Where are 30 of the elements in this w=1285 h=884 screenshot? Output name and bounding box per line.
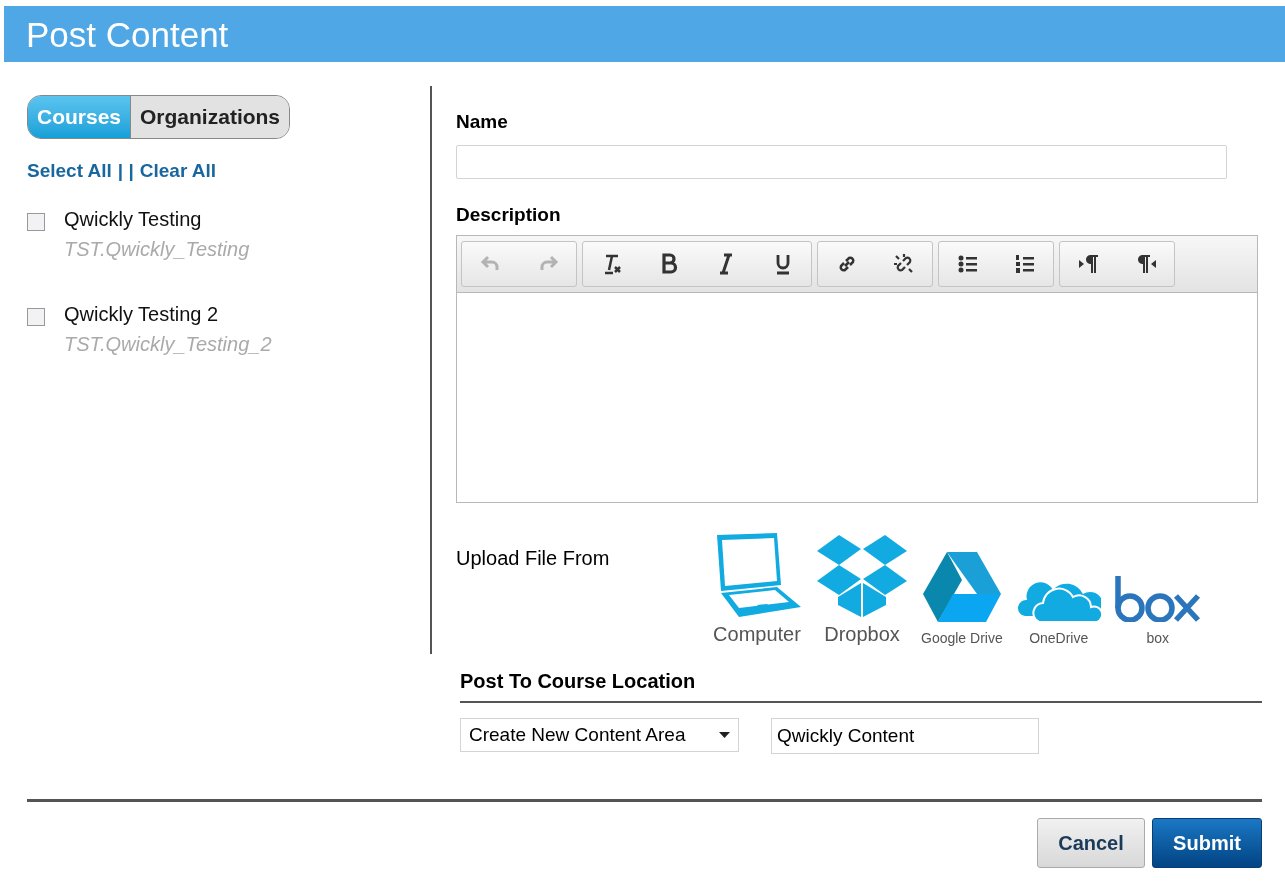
upload-source[interactable]: Dropbox (817, 535, 907, 649)
upload-source[interactable]: OneDrive (1016, 570, 1101, 649)
caret-icon (719, 732, 730, 738)
course-id: TST.Qwickly_Testing_2 (64, 331, 272, 357)
dropdown-value: Create New Content Area (469, 722, 686, 747)
logo-icon (1114, 576, 1201, 622)
checkbox[interactable] (27, 307, 45, 326)
name-field[interactable] (456, 144, 1227, 179)
name-label: Name (456, 110, 509, 134)
paragraph-icon (1076, 252, 1101, 276)
upload-source[interactable]: Computer (711, 533, 803, 649)
course-id: TST.Qwickly_Testing (64, 236, 250, 262)
upload-source[interactable]: box (1114, 576, 1201, 649)
open-box-icon (817, 535, 907, 617)
submit-button[interactable]: Submit (1152, 818, 1262, 868)
course-name: Qwickly Testing 2 (64, 301, 220, 327)
content-area-name-field[interactable]: Qwickly Content (771, 718, 1039, 754)
clear-all-link[interactable]: Clear All (139, 157, 217, 186)
course-name: Qwickly Testing (64, 206, 203, 232)
cancel-button[interactable]: Cancel (1037, 818, 1145, 868)
window-title: Post Content (26, 16, 229, 52)
triangle-logo-icon (922, 552, 1001, 622)
select-all-link[interactable]: Select All (27, 157, 112, 186)
section-heading: Post To Course Location (460, 666, 1262, 703)
upload-source[interactable]: Google Drive (921, 552, 1003, 649)
upload-label: Upload File From (456, 546, 611, 571)
checkbox[interactable] (27, 212, 45, 231)
separator-text: | | (117, 159, 134, 183)
description-label: Description (456, 202, 562, 227)
content-area-dropdown[interactable]: Create New Content Area (460, 718, 739, 752)
